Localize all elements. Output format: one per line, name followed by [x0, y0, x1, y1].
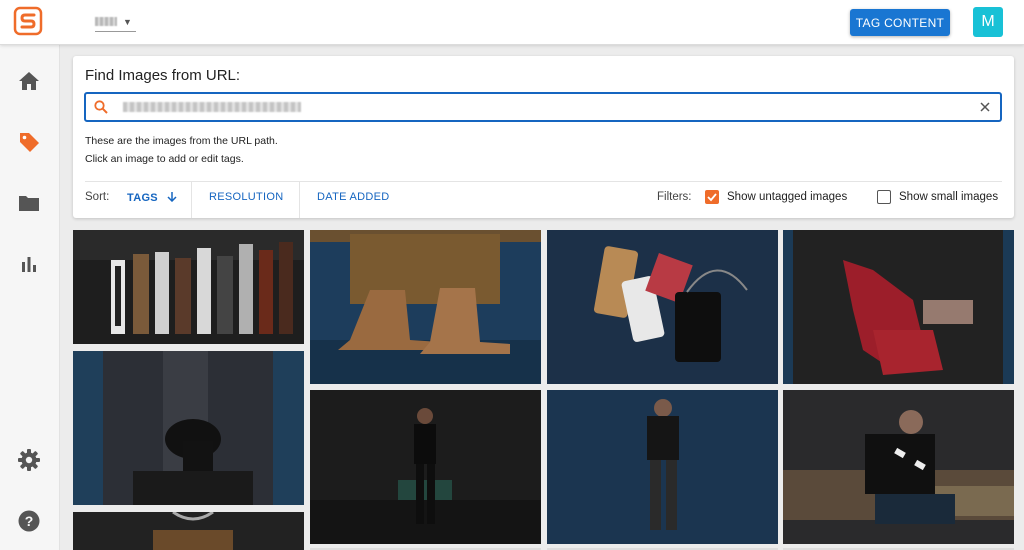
arrow-down-icon [167, 192, 177, 203]
image-tile[interactable] [73, 230, 304, 344]
image-tile[interactable] [310, 230, 541, 384]
sort-tags-button[interactable]: TAGS [127, 191, 177, 204]
close-icon[interactable] [978, 100, 992, 114]
image-partial [73, 512, 304, 550]
image-tile[interactable] [547, 230, 778, 384]
image-model-leather [547, 390, 778, 544]
sidebar: ? [0, 45, 60, 550]
filters-label: Filters: [657, 191, 692, 203]
chevron-down-icon: ▼ [123, 16, 132, 27]
sort-filter-bar: Sort: TAGS RESOLUTION DATE ADDED Filters… [73, 182, 1014, 218]
image-tile[interactable] [783, 390, 1014, 544]
image-tile[interactable] [73, 512, 304, 550]
separator [191, 182, 192, 218]
folder-icon[interactable] [17, 191, 41, 215]
url-search-box[interactable] [84, 92, 1002, 122]
sort-label: Sort: [85, 191, 110, 203]
show-untagged-checkbox[interactable] [705, 190, 719, 204]
separator [299, 182, 300, 218]
workspace-selector[interactable]: ▼ [95, 12, 136, 32]
avatar[interactable]: M [973, 7, 1003, 37]
image-grid [73, 230, 1014, 550]
image-model-standing [310, 390, 541, 544]
sort-resolution-button[interactable]: RESOLUTION [209, 191, 284, 203]
show-small-checkbox[interactable] [877, 190, 891, 204]
bar-chart-icon[interactable] [17, 252, 41, 276]
workspace-name-redacted [95, 17, 117, 26]
top-bar: ▼ TAG CONTENT M [0, 0, 1024, 45]
image-tile[interactable] [547, 390, 778, 544]
svg-text:?: ? [25, 513, 34, 529]
image-red-gloves [783, 230, 1014, 384]
image-suede-boots [310, 230, 541, 384]
page-title: Find Images from URL: [85, 67, 241, 84]
show-small-label[interactable]: Show small images [899, 191, 998, 203]
description-line-1: These are the images from the URL path. [85, 135, 278, 147]
image-tile[interactable] [783, 230, 1014, 384]
show-untagged-label[interactable]: Show untagged images [727, 191, 847, 203]
image-model-seated [783, 390, 1014, 544]
search-icon [94, 100, 108, 114]
url-input[interactable] [122, 97, 962, 117]
app-logo-icon[interactable] [13, 6, 43, 36]
description-line-2: Click an image to add or edit tags. [85, 153, 244, 165]
image-belts [73, 230, 304, 344]
image-tile[interactable] [310, 390, 541, 544]
check-icon [707, 193, 717, 202]
image-tile[interactable] [73, 351, 304, 505]
tag-icon[interactable] [17, 130, 41, 154]
help-icon[interactable]: ? [17, 509, 41, 533]
home-icon[interactable] [17, 69, 41, 93]
image-phone-cases [547, 230, 778, 384]
sort-tags-label: TAGS [127, 192, 158, 204]
tag-content-button[interactable]: TAG CONTENT [850, 9, 950, 36]
gear-icon[interactable] [17, 448, 41, 472]
find-images-card: Find Images from URL: These are the imag… [73, 56, 1014, 218]
sort-date-added-button[interactable]: DATE ADDED [317, 191, 389, 203]
image-leather-gloves [73, 351, 304, 505]
